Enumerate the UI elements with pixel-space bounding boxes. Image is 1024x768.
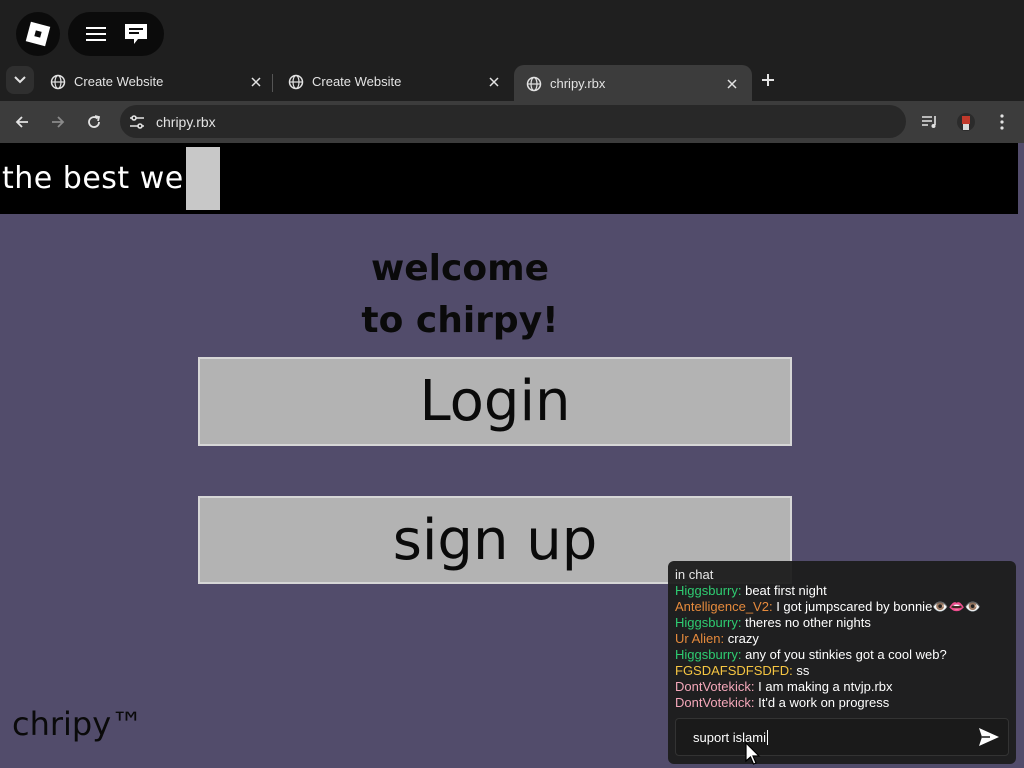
chat-message-text: ss <box>796 663 810 678</box>
chat-username[interactable]: DontVotekick: <box>675 679 755 694</box>
banner-text: the best web <box>2 161 204 196</box>
tab-divider <box>272 74 273 92</box>
playlist-icon <box>922 116 936 128</box>
send-icon[interactable] <box>978 727 1000 747</box>
chat-toggle-icon[interactable] <box>122 20 150 48</box>
close-icon[interactable] <box>248 74 264 90</box>
chat-message-text: any of you stinkies got a cool web? <box>745 647 947 662</box>
chat-message: Higgsburry: beat first night <box>675 583 1009 599</box>
profile-button[interactable] <box>954 110 978 134</box>
tab-title: Create Website <box>312 74 402 89</box>
roblox-logo-icon <box>25 21 51 47</box>
chat-message-text: crazy <box>727 631 759 646</box>
login-button[interactable]: Login <box>198 357 792 446</box>
chat-message: DontVotekick: I am making a ntvjp.rbx <box>675 679 1009 695</box>
chat-message-text: It'd a work on progress <box>758 695 890 710</box>
tab-title: chripy.rbx <box>550 76 606 91</box>
chat-message-text: I got jumpscared by bonnie👁️👄👁️ <box>776 599 981 614</box>
welcome-line-1: welcome <box>370 248 549 289</box>
chat-message: Higgsburry: theres no other nights <box>675 615 1009 631</box>
header-banner: the best web <box>0 143 1018 214</box>
chat-username[interactable]: Antelligence_V2: <box>675 599 773 614</box>
kebab-menu-icon <box>1000 114 1004 130</box>
chat-input[interactable]: suport islami <box>675 718 1009 756</box>
tab-2[interactable]: Create Website <box>276 65 514 98</box>
chat-message: DontVotekick: It'd a work on progress <box>675 695 1009 711</box>
chat-username[interactable]: Higgsburry: <box>675 583 741 598</box>
close-icon[interactable] <box>724 76 740 92</box>
globe-icon <box>526 76 542 91</box>
chat-username[interactable]: Higgsburry: <box>675 647 741 662</box>
globe-icon <box>50 74 66 89</box>
chat-username[interactable]: DontVotekick: <box>675 695 755 710</box>
forward-button[interactable] <box>46 110 70 134</box>
chat-username[interactable]: Higgsburry: <box>675 615 741 630</box>
chevron-down-icon <box>14 76 26 84</box>
more-menu-button[interactable] <box>990 110 1014 134</box>
reload-icon <box>88 115 101 128</box>
hamburger-menu-icon[interactable] <box>82 20 110 48</box>
page-edge <box>1018 143 1024 768</box>
globe-icon <box>288 74 304 89</box>
media-control-button[interactable] <box>918 110 942 134</box>
banner-text-cursor <box>186 147 220 210</box>
new-tab-button[interactable] <box>756 68 780 92</box>
chat-message: Ur Alien: crazy <box>675 631 1009 647</box>
close-icon[interactable] <box>486 74 502 90</box>
welcome-line-2: to chirpy! <box>361 300 559 341</box>
toolbar: chripy.rbx <box>0 101 1024 143</box>
chat-message: Antelligence_V2: I got jumpscared by bon… <box>675 599 1009 615</box>
reload-button[interactable] <box>82 110 106 134</box>
topbar-pill <box>68 12 164 56</box>
chat-username[interactable]: FGSDAFSDFSDFD: <box>675 663 793 678</box>
footer-brand: chripy™ <box>12 705 144 743</box>
tab-1[interactable]: Create Website <box>38 65 276 98</box>
welcome-heading: welcome to chirpy! <box>330 243 590 347</box>
tab-3-active[interactable]: chripy.rbx <box>514 65 752 102</box>
chat-username[interactable]: Ur Alien: <box>675 631 724 646</box>
back-button[interactable] <box>10 110 34 134</box>
arrow-left-icon <box>15 116 28 128</box>
chat-message-text: beat first night <box>745 583 827 598</box>
site-settings-icon[interactable] <box>128 113 146 131</box>
tab-title: Create Website <box>74 74 164 89</box>
chat-message: FGSDAFSDFSDFD: ss <box>675 663 1009 679</box>
tab-search-button[interactable] <box>6 66 34 94</box>
roblox-menu-button[interactable] <box>16 12 60 56</box>
avatar-icon <box>957 113 975 131</box>
tab-strip: Create Website Create Website chripy.rbx <box>0 64 1024 102</box>
chat-window: in chat Higgsburry: beat first night Ante… <box>668 561 1016 764</box>
chat-messages: Higgsburry: beat first night Antelligence… <box>675 583 1009 711</box>
chat-message-text: I am making a ntvjp.rbx <box>758 679 893 694</box>
chat-message: Higgsburry: any of you stinkies got a co… <box>675 647 1009 663</box>
address-bar[interactable]: chripy.rbx <box>120 105 906 138</box>
mouse-pointer-icon <box>745 742 761 765</box>
plus-icon <box>762 74 774 86</box>
arrow-right-icon <box>52 116 65 128</box>
text-caret <box>766 729 768 745</box>
url-text: chripy.rbx <box>156 113 216 130</box>
roblox-topbar <box>0 0 1024 64</box>
chat-message-text: theres no other nights <box>745 615 871 630</box>
chat-header: in chat <box>675 567 714 582</box>
